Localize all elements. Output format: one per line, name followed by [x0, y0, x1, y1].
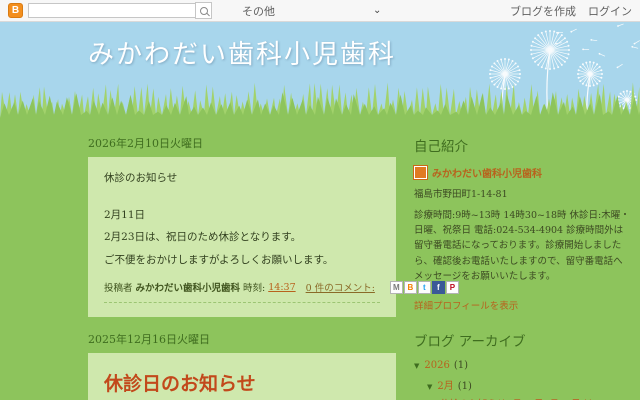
navbar-more-link[interactable]: その他 [242, 3, 275, 19]
post-2: 2025年12月16日火曜日 休診日のお知らせ 年末年始の休診日のお知らせ [88, 331, 398, 400]
post-1: 2026年2月10日火曜日 休診のお知らせ 2月11日 2月23日は、祝日のため… [88, 135, 398, 317]
blog-title: みかわだい歯科小児歯科 [88, 34, 396, 71]
blog-page: B その他 ⌄ ブログを作成 ログイン みかわだい歯科小児歯科 2026年2月1… [0, 0, 640, 400]
profile-widget: 自己紹介 みかわだい歯科小児歯科 福島市野田町1-14-81 診療時間:9時~1… [414, 135, 630, 316]
posts-column: 2026年2月10日火曜日 休診のお知らせ 2月11日 2月23日は、祝日のため… [88, 135, 398, 400]
profile-avatar-icon [414, 166, 427, 179]
blogger-logo-icon[interactable]: B [8, 3, 23, 18]
post-date-header: 2025年12月16日火曜日 [88, 331, 398, 347]
archive-widget: ブログ アーカイブ ▼ 2026 (1) ▼ 2月 (1) 休診のお知らせ2月1… [414, 330, 630, 400]
archive-heading: ブログ アーカイブ [414, 330, 630, 350]
view-profile-link[interactable]: 詳細プロフィールを表示 [414, 298, 518, 312]
post-body: 休診のお知らせ 2月11日 2月23日は、祝日のため休診となります。 ご不便をお… [88, 157, 396, 317]
profile-address: 福島市野田町1-14-81 [414, 186, 630, 200]
posted-by-label: 投稿者 [104, 280, 133, 294]
content-area: 2026年2月10日火曜日 休診のお知らせ 2月11日 2月23日は、祝日のため… [0, 118, 640, 400]
timestamp-link[interactable]: 14:37 [268, 282, 295, 293]
profile-description: 診療時間:9時~13時 14時30~18時 休診日:木曜・日曜、祝祭日 電話:0… [414, 208, 630, 284]
post-author: みかわだい歯科小児歯科 [136, 280, 241, 294]
navbar-search-input[interactable] [28, 3, 195, 18]
triangle-open-icon[interactable]: ▼ [414, 362, 419, 370]
archive-year-2026: ▼ 2026 (1) [414, 360, 630, 371]
post-footer: 投稿者 みかわだい歯科小児歯科 時刻: 14:37 0 件のコメント: M B … [104, 280, 380, 294]
post-line: 2月11日 [104, 208, 380, 223]
post-date-header: 2026年2月10日火曜日 [88, 135, 398, 151]
chevron-down-icon[interactable]: ⌄ [373, 5, 381, 16]
archive-month-feb: ▼ 2月 (1) [427, 377, 630, 392]
create-blog-link[interactable]: ブログを作成 [510, 3, 576, 19]
blog-header: みかわだい歯科小児歯科 [0, 22, 640, 118]
grass-decoration-icon [0, 78, 640, 118]
archive-year-link[interactable]: 2026 [424, 360, 449, 371]
time-label: 時刻: [243, 280, 265, 294]
search-button[interactable] [195, 2, 212, 19]
post-line: ご不便をおかけしますがよろしくお願いします。 [104, 253, 380, 268]
blogger-navbar: B その他 ⌄ ブログを作成 ログイン [0, 0, 640, 22]
profile-row: みかわだい歯科小児歯科 [414, 165, 630, 180]
post-title-link[interactable]: 休診日のお知らせ [104, 369, 380, 396]
triangle-open-icon[interactable]: ▼ [427, 383, 432, 391]
archive-count: (1) [458, 381, 472, 392]
sidebar: 自己紹介 みかわだい歯科小児歯科 福島市野田町1-14-81 診療時間:9時~1… [414, 135, 630, 400]
profile-name-link[interactable]: みかわだい歯科小児歯科 [432, 165, 542, 180]
archive-month-link[interactable]: 2月 [437, 377, 453, 392]
post-body: 休診日のお知らせ 年末年始の休診日のお知らせ [88, 353, 396, 400]
post-divider [104, 302, 380, 303]
search-icon [200, 7, 208, 15]
post-line: 休診のお知らせ [104, 171, 380, 186]
login-link[interactable]: ログイン [588, 3, 632, 19]
profile-heading: 自己紹介 [414, 135, 630, 155]
email-share-icon[interactable]: M [390, 281, 403, 294]
comments-link[interactable]: 0 件のコメント: [306, 280, 375, 294]
post-line: 2月23日は、祝日のため休診となります。 [104, 230, 380, 245]
archive-count: (1) [454, 360, 468, 371]
